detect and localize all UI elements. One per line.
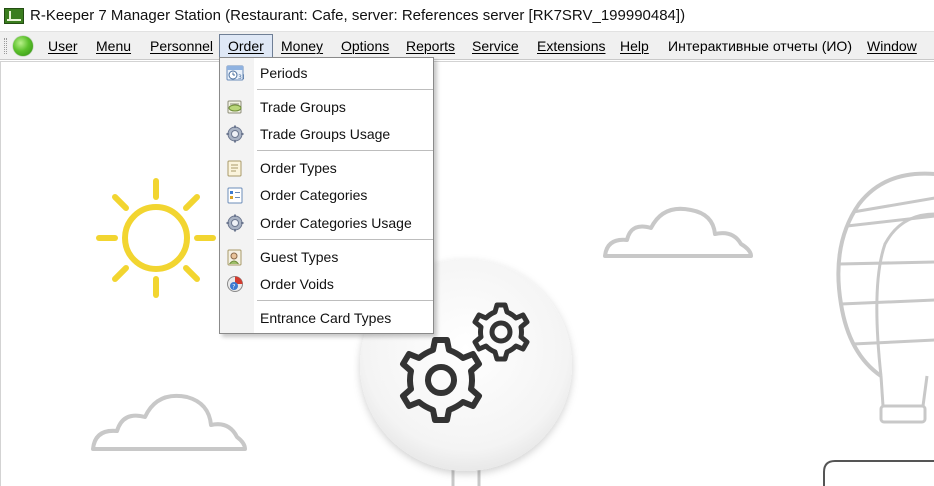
order-dropdown-menu: 31 Periods Trade Groups Trade Groups Usa… [219,57,434,334]
menu-menu[interactable]: Menu [96,34,131,58]
menu-item-label: Trade Groups [260,99,346,115]
panel-outline-decoration [823,460,934,486]
hot-air-balloon-icon [836,171,934,424]
menu-user[interactable]: User [48,34,78,58]
menu-item-trade-groups[interactable]: Trade Groups [220,94,433,120]
menu-item-guest-types[interactable]: Guest Types [220,244,433,270]
menu-money[interactable]: Money [281,34,323,58]
workspace-background [0,61,934,486]
menu-help[interactable]: Help [620,34,649,58]
menu-separator [257,300,433,301]
menu-item-label: Guest Types [260,249,339,265]
svg-text:?: ? [232,284,235,291]
menu-item-order-types[interactable]: Order Types [220,155,433,181]
menu-item-entrance-card-types[interactable]: Entrance Card Types [220,305,433,331]
svg-text:31: 31 [238,74,244,81]
guest-types-icon [227,249,242,266]
order-categories-icon [227,187,243,204]
menu-extensions[interactable]: Extensions [537,34,605,58]
menu-options[interactable]: Options [341,34,389,58]
order-voids-icon: ? [227,276,243,292]
menu-interactive-reports[interactable]: Интерактивные отчеты (ИО) [668,34,852,58]
menu-item-order-voids[interactable]: ? Order Voids [220,271,433,297]
cloud-icon [91,394,247,451]
menu-item-label: Order Categories [260,187,368,203]
menu-window[interactable]: Window [867,34,917,58]
menu-item-order-categories-usage[interactable]: Order Categories Usage [220,210,433,236]
menu-item-periods[interactable]: 31 Periods [220,60,433,86]
calendar-clock-icon: 31 [226,65,244,81]
toolbar-grip-handle[interactable] [4,38,7,54]
menu-bar: User Menu Personnel Order Money Options … [0,31,934,60]
menu-item-label: Periods [260,65,308,81]
trade-groups-icon [227,100,242,114]
order-types-icon [227,160,242,177]
sun-icon [96,178,216,298]
cloud-icon [603,206,753,258]
menu-item-label: Order Types [260,160,337,176]
menu-item-label: Order Categories Usage [260,215,412,231]
menu-separator [257,89,433,90]
connection-status-icon [13,36,33,56]
menu-service[interactable]: Service [472,34,519,58]
menu-personnel[interactable]: Personnel [150,34,213,58]
gear-usage-icon [226,214,244,232]
gear-usage-icon [226,125,244,143]
menu-item-label: Entrance Card Types [260,310,392,326]
menu-order[interactable]: Order [219,34,273,58]
menu-separator [257,239,433,240]
menu-item-trade-groups-usage[interactable]: Trade Groups Usage [220,121,433,147]
menu-item-label: Order Voids [260,276,334,292]
title-bar: R-Keeper 7 Manager Station (Restaurant: … [0,0,934,31]
menu-item-label: Trade Groups Usage [260,126,391,142]
menu-reports[interactable]: Reports [406,34,455,58]
window-title: R-Keeper 7 Manager Station (Restaurant: … [30,7,686,24]
app-logo-icon [4,7,24,24]
menu-item-order-categories[interactable]: Order Categories [220,182,433,208]
menu-separator [257,150,433,151]
